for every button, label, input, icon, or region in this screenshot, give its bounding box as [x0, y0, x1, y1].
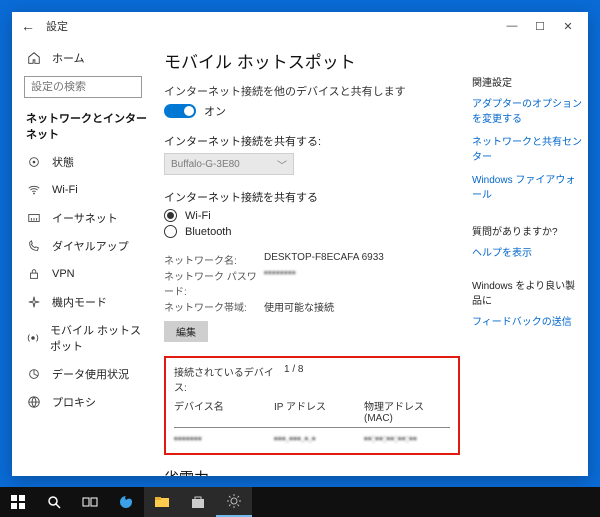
- sidebar-item-label: ダイヤルアップ: [52, 238, 129, 254]
- radio-wifi-label: Wi-Fi: [185, 210, 211, 222]
- device-ip-value: •••.•••.•.•: [274, 434, 364, 445]
- sidebar-home[interactable]: ホーム: [12, 44, 152, 72]
- link-feedback[interactable]: フィードバックの送信: [472, 313, 582, 328]
- network-name-value: DESKTOP-F8ECAFA 6933: [264, 252, 384, 267]
- link-adapter-options[interactable]: アダプターのオプションを変更する: [472, 95, 582, 125]
- sidebar-home-label: ホーム: [52, 50, 85, 66]
- sidebar-item-label: データ使用状況: [52, 366, 129, 382]
- chevron-down-icon: ﹀: [277, 157, 287, 172]
- close-button[interactable]: ✕: [554, 20, 582, 33]
- link-help[interactable]: ヘルプを表示: [472, 244, 582, 259]
- sidebar-item-label: Wi-Fi: [52, 184, 78, 196]
- help-head: 質問がありますか?: [472, 223, 582, 238]
- sidebar-item-label: VPN: [52, 268, 75, 280]
- radio-dot-icon: [164, 225, 177, 238]
- sidebar-item-airplane[interactable]: 機内モード: [12, 288, 152, 316]
- share-description: インターネット接続を他のデバイスと共有します: [164, 83, 468, 99]
- sidebar-item-label: プロキシ: [52, 394, 96, 410]
- link-firewall[interactable]: Windows ファイアウォール: [472, 171, 582, 201]
- hotspot-toggle[interactable]: オン: [164, 103, 468, 119]
- col-ip: IP アドレス: [274, 398, 364, 424]
- sidebar-item-vpn[interactable]: VPN: [12, 260, 152, 288]
- network-name-key: ネットワーク名:: [164, 252, 264, 267]
- sidebar-item-dialup[interactable]: ダイヤルアップ: [12, 232, 152, 260]
- titlebar: ← 設定 ― ☐ ✕: [12, 12, 588, 40]
- settings-window: ← 設定 ― ☐ ✕ ホーム 🔍 ネットワークとインターネット 状態: [12, 12, 588, 476]
- radio-wifi[interactable]: Wi-Fi: [164, 209, 468, 222]
- link-network-sharing[interactable]: ネットワークと共有センター: [472, 133, 582, 163]
- sidebar-item-ethernet[interactable]: イーサネット: [12, 204, 152, 232]
- sidebar-item-label: モバイル ホットスポット: [50, 322, 144, 354]
- power-saving-title: 省電力: [164, 467, 468, 476]
- status-icon: [26, 154, 42, 170]
- edit-button[interactable]: 編集: [164, 321, 208, 342]
- page-title: モバイル ホットスポット: [164, 48, 468, 73]
- col-device: デバイス名: [174, 398, 274, 424]
- explorer-icon[interactable]: [144, 487, 180, 517]
- settings-taskbar-icon[interactable]: [216, 487, 252, 517]
- edge-icon[interactable]: [108, 487, 144, 517]
- radio-dot-icon: [164, 209, 177, 222]
- minimize-button[interactable]: ―: [498, 20, 526, 32]
- search-button[interactable]: [36, 487, 72, 517]
- sidebar-item-hotspot[interactable]: モバイル ホットスポット: [12, 316, 152, 360]
- connected-count-value: 1 / 8: [284, 364, 303, 394]
- sidebar-item-proxy[interactable]: プロキシ: [12, 388, 152, 416]
- sidebar-item-label: 状態: [52, 154, 74, 170]
- sidebar-item-datausage[interactable]: データ使用状況: [12, 360, 152, 388]
- network-band-value: 使用可能な接続: [264, 299, 334, 314]
- search-box[interactable]: 🔍: [24, 76, 142, 98]
- network-password-value: ••••••••: [264, 268, 296, 298]
- network-password-key: ネットワーク パスワード:: [164, 268, 264, 298]
- network-band-key: ネットワーク帯域:: [164, 299, 264, 314]
- share-from-dropdown[interactable]: Buffalo-G-3E80 ﹀: [164, 153, 294, 175]
- device-name-value: •••••••: [174, 434, 274, 445]
- maximize-button[interactable]: ☐: [526, 20, 554, 33]
- sidebar-category: ネットワークとインターネット: [12, 104, 152, 148]
- radio-bt-label: Bluetooth: [185, 226, 231, 238]
- sidebar-item-label: 機内モード: [52, 294, 107, 310]
- sidebar: ホーム 🔍 ネットワークとインターネット 状態 Wi-Fi イーサネット: [12, 40, 152, 476]
- toggle-label: オン: [204, 103, 226, 119]
- sidebar-item-label: イーサネット: [52, 210, 118, 226]
- back-button[interactable]: ←: [18, 18, 38, 34]
- share-from-value: Buffalo-G-3E80: [171, 159, 240, 170]
- ethernet-icon: [26, 210, 42, 226]
- right-pane: 関連設定 アダプターのオプションを変更する ネットワークと共有センター Wind…: [468, 48, 588, 468]
- taskbar: [0, 487, 600, 517]
- task-view-button[interactable]: [72, 487, 108, 517]
- dialup-icon: [26, 238, 42, 254]
- wifi-icon: [26, 182, 42, 198]
- sidebar-item-wifi[interactable]: Wi-Fi: [12, 176, 152, 204]
- radio-bluetooth[interactable]: Bluetooth: [164, 225, 468, 238]
- hotspot-icon: [26, 330, 40, 346]
- store-icon[interactable]: [180, 487, 216, 517]
- search-input[interactable]: [25, 81, 152, 93]
- col-mac: 物理アドレス (MAC): [364, 398, 450, 424]
- home-icon: [26, 50, 42, 66]
- improve-head: Windows をより良い製品に: [472, 277, 582, 307]
- sidebar-item-status[interactable]: 状態: [12, 148, 152, 176]
- main-pane: モバイル ホットスポット インターネット接続を他のデバイスと共有します オン イ…: [152, 40, 588, 476]
- data-usage-icon: [26, 366, 42, 382]
- vpn-icon: [26, 266, 42, 282]
- share-via-label: インターネット接続を共有する: [164, 189, 468, 205]
- airplane-icon: [26, 294, 42, 310]
- device-mac-value: ••:••:••:••:••: [364, 434, 450, 445]
- connected-count-key: 接続されているデバイス:: [174, 364, 284, 394]
- app-title: 設定: [46, 18, 68, 34]
- device-row: ••••••• •••.•••.•.• ••:••:••:••:••: [174, 434, 450, 445]
- start-button[interactable]: [0, 487, 36, 517]
- share-from-label: インターネット接続を共有する:: [164, 133, 468, 149]
- connected-devices-panel: 接続されているデバイス: 1 / 8 デバイス名 IP アドレス 物理アドレス …: [164, 356, 460, 455]
- proxy-icon: [26, 394, 42, 410]
- related-settings-head: 関連設定: [472, 74, 582, 89]
